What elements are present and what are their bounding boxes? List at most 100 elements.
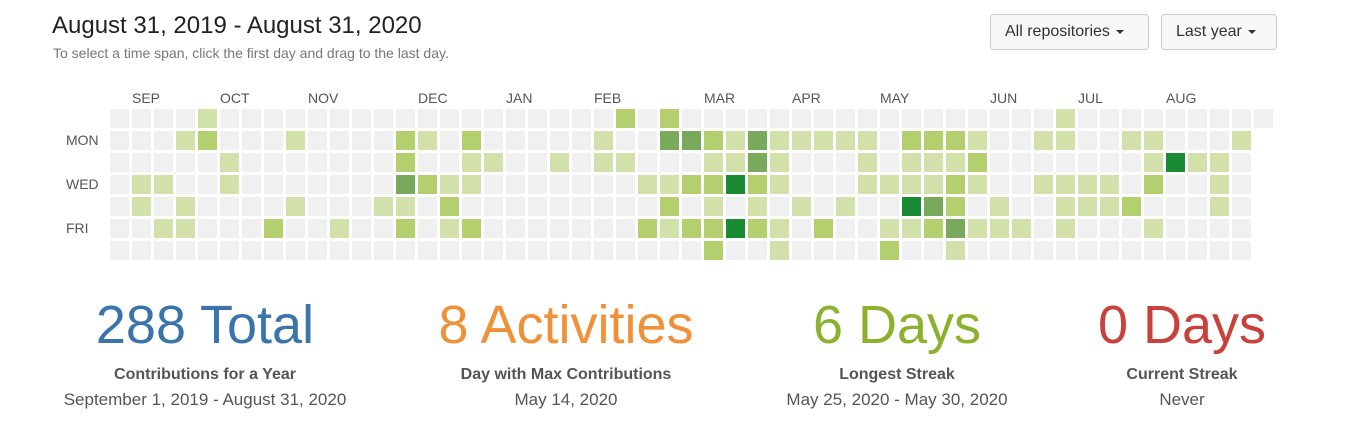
day-cell[interactable] — [572, 175, 591, 194]
day-cell[interactable] — [418, 109, 437, 128]
day-cell[interactable] — [1034, 175, 1053, 194]
day-cell[interactable] — [440, 109, 459, 128]
day-cell[interactable] — [440, 197, 459, 216]
day-cell[interactable] — [1122, 109, 1141, 128]
day-cell[interactable] — [616, 219, 635, 238]
day-cell[interactable] — [594, 131, 613, 150]
day-cell[interactable] — [1166, 131, 1185, 150]
day-cell[interactable] — [792, 109, 811, 128]
day-cell[interactable] — [264, 175, 283, 194]
day-cell[interactable] — [176, 241, 195, 260]
day-cell[interactable] — [1034, 219, 1053, 238]
day-cell[interactable] — [308, 131, 327, 150]
day-cell[interactable] — [682, 131, 701, 150]
day-cell[interactable] — [484, 153, 503, 172]
day-cell[interactable] — [484, 241, 503, 260]
day-cell[interactable] — [484, 197, 503, 216]
day-cell[interactable] — [154, 219, 173, 238]
day-cell[interactable] — [572, 197, 591, 216]
day-cell[interactable] — [748, 241, 767, 260]
day-cell[interactable] — [462, 109, 481, 128]
day-cell[interactable] — [704, 175, 723, 194]
day-cell[interactable] — [198, 153, 217, 172]
day-cell[interactable] — [880, 219, 899, 238]
day-cell[interactable] — [110, 109, 129, 128]
day-cell[interactable] — [1144, 241, 1163, 260]
day-cell[interactable] — [176, 153, 195, 172]
day-cell[interactable] — [220, 175, 239, 194]
day-cell[interactable] — [792, 219, 811, 238]
day-cell[interactable] — [506, 175, 525, 194]
day-cell[interactable] — [1210, 219, 1229, 238]
day-cell[interactable] — [352, 131, 371, 150]
day-cell[interactable] — [990, 197, 1009, 216]
day-cell[interactable] — [990, 175, 1009, 194]
day-cell[interactable] — [1122, 219, 1141, 238]
day-cell[interactable] — [1210, 175, 1229, 194]
day-cell[interactable] — [792, 241, 811, 260]
day-cell[interactable] — [1122, 153, 1141, 172]
day-cell[interactable] — [1078, 109, 1097, 128]
day-cell[interactable] — [286, 153, 305, 172]
day-cell[interactable] — [132, 175, 151, 194]
day-cell[interactable] — [902, 153, 921, 172]
day-cell[interactable] — [110, 241, 129, 260]
day-cell[interactable] — [638, 109, 657, 128]
day-cell[interactable] — [220, 131, 239, 150]
day-cell[interactable] — [1056, 219, 1075, 238]
day-cell[interactable] — [286, 241, 305, 260]
day-cell[interactable] — [990, 153, 1009, 172]
day-cell[interactable] — [330, 241, 349, 260]
day-cell[interactable] — [132, 219, 151, 238]
day-cell[interactable] — [1056, 175, 1075, 194]
day-cell[interactable] — [572, 109, 591, 128]
day-cell[interactable] — [1122, 131, 1141, 150]
day-cell[interactable] — [176, 131, 195, 150]
day-cell[interactable] — [836, 153, 855, 172]
day-cell[interactable] — [770, 219, 789, 238]
day-cell[interactable] — [374, 109, 393, 128]
day-cell[interactable] — [1100, 109, 1119, 128]
day-cell[interactable] — [308, 219, 327, 238]
day-cell[interactable] — [880, 109, 899, 128]
day-cell[interactable] — [154, 175, 173, 194]
day-cell[interactable] — [660, 153, 679, 172]
day-cell[interactable] — [330, 131, 349, 150]
day-cell[interactable] — [1232, 109, 1251, 128]
day-cell[interactable] — [946, 219, 965, 238]
day-cell[interactable] — [1100, 153, 1119, 172]
day-cell[interactable] — [1056, 153, 1075, 172]
day-cell[interactable] — [1144, 175, 1163, 194]
day-cell[interactable] — [1188, 109, 1207, 128]
day-cell[interactable] — [506, 241, 525, 260]
day-cell[interactable] — [1188, 197, 1207, 216]
day-cell[interactable] — [682, 219, 701, 238]
day-cell[interactable] — [308, 109, 327, 128]
day-cell[interactable] — [902, 131, 921, 150]
day-cell[interactable] — [990, 219, 1009, 238]
day-cell[interactable] — [484, 219, 503, 238]
day-cell[interactable] — [1166, 219, 1185, 238]
day-cell[interactable] — [1210, 197, 1229, 216]
day-cell[interactable] — [396, 153, 415, 172]
day-cell[interactable] — [792, 131, 811, 150]
day-cell[interactable] — [506, 131, 525, 150]
day-cell[interactable] — [836, 131, 855, 150]
day-cell[interactable] — [858, 175, 877, 194]
day-cell[interactable] — [924, 219, 943, 238]
day-cell[interactable] — [682, 109, 701, 128]
day-cell[interactable] — [330, 197, 349, 216]
day-cell[interactable] — [814, 131, 833, 150]
day-cell[interactable] — [902, 109, 921, 128]
day-cell[interactable] — [1056, 197, 1075, 216]
day-cell[interactable] — [902, 197, 921, 216]
day-cell[interactable] — [264, 241, 283, 260]
day-cell[interactable] — [528, 241, 547, 260]
day-cell[interactable] — [946, 197, 965, 216]
day-cell[interactable] — [132, 197, 151, 216]
day-cell[interactable] — [462, 153, 481, 172]
day-cell[interactable] — [638, 175, 657, 194]
day-cell[interactable] — [1012, 131, 1031, 150]
day-cell[interactable] — [396, 197, 415, 216]
day-cell[interactable] — [550, 197, 569, 216]
